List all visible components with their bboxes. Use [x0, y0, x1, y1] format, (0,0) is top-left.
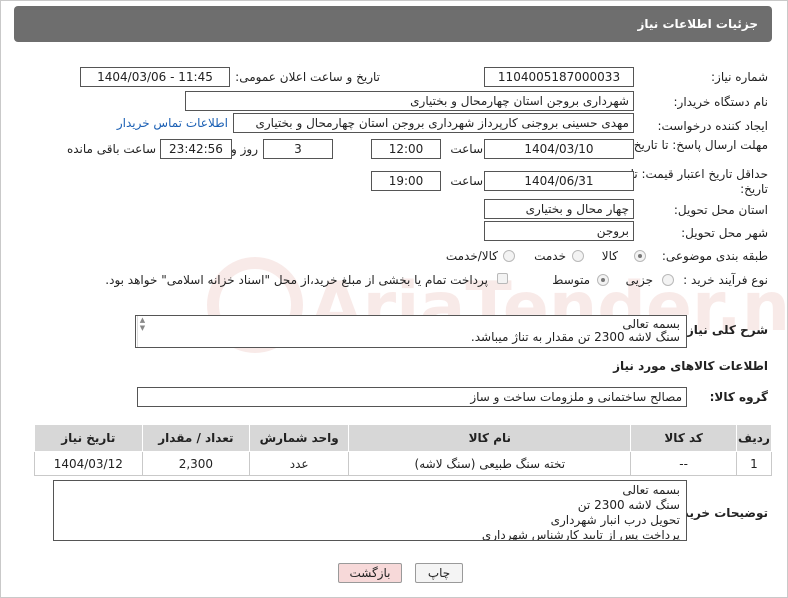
validity-time-label: ساعت	[450, 174, 483, 188]
print-button[interactable]: چاپ	[415, 563, 463, 583]
buyer-notes-line-4: پرداخت پس از تایید کارشناس شهرداری	[481, 528, 680, 541]
category-radio-goods-service[interactable]	[503, 250, 515, 262]
deadline-label: مهلت ارسال پاسخ: تا تاریخ:	[629, 138, 768, 152]
description-line-2: سنگ لاشه 2300 تن مقدار به تناژ میباشد.	[470, 330, 680, 344]
goods-table: ردیف کد کالا نام کالا واحد شمارش تعداد /…	[34, 424, 773, 476]
col-header-date: تاریخ نیاز	[34, 424, 143, 452]
contact-buyer-link[interactable]: اطلاعات تماس خریدار	[117, 116, 228, 130]
goods-group-label: گروه کالا:	[709, 390, 768, 404]
need-number-label: شماره نیاز:	[711, 70, 768, 84]
process-option-medium: متوسط	[552, 273, 590, 287]
description-label: شرح کلی نیاز:	[682, 323, 768, 337]
validity-date-field: 1404/06/31	[484, 171, 634, 191]
need-number-field: 1104005187000033	[484, 67, 634, 87]
creator-field: مهدی حسینی بروجنی کارپرداز شهرداری بروجن…	[233, 113, 634, 133]
category-label: طبقه بندی موضوعی:	[661, 249, 768, 263]
col-header-code: کد کالا	[630, 424, 737, 452]
delivery-province-field: چهار محال و بختیاری	[484, 199, 634, 219]
page-header: جزئیات اطلاعات نیاز	[14, 6, 772, 42]
buyer-org-field: شهرداری بروجن استان چهارمحال و بختیاری	[185, 91, 634, 111]
description-textarea[interactable]: بسمه تعالی سنگ لاشه 2300 تن مقدار به تنا…	[135, 315, 687, 348]
process-radio-medium[interactable]	[597, 274, 609, 286]
remaining-time-field: 23:42:56	[160, 139, 232, 159]
cell-date: 1404/03/12	[34, 451, 143, 476]
cell-row-number: 1	[735, 451, 773, 476]
process-option-minor: جزیی	[625, 273, 653, 287]
table-row: 1 -- تخته سنگ طبیعی (سنگ لاشه) عدد 2,300…	[34, 451, 773, 476]
process-radio-minor[interactable]	[662, 274, 674, 286]
buyer-notes-line-3: تحویل درب انبار شهرداری	[550, 513, 680, 527]
description-scrollbar[interactable]: ▲ ▼	[137, 316, 147, 347]
category-radio-service[interactable]	[572, 250, 584, 262]
goods-group-field: مصالح ساختمانی و ملزومات ساخت و ساز	[137, 387, 687, 407]
category-radio-goods[interactable]	[634, 250, 646, 262]
deadline-date-field: 1404/03/10	[484, 139, 634, 159]
treasury-payment-note: پرداخت تمام یا بخشی از مبلغ خرید،از محل …	[105, 273, 488, 287]
buyer-notes-line-1: بسمه تعالی	[622, 483, 680, 497]
col-header-row: ردیف	[735, 424, 773, 452]
cell-code: --	[630, 451, 737, 476]
page-title: جزئیات اطلاعات نیاز	[637, 17, 758, 31]
buyer-notes-textarea[interactable]: بسمه تعالی سنگ لاشه 2300 تن تحویل درب ان…	[53, 480, 687, 541]
announce-datetime-field: 1404/03/06 - 11:45	[80, 67, 230, 87]
buyer-org-label: نام دستگاه خریدار:	[673, 95, 769, 109]
buyer-notes-line-2: سنگ لاشه 2300 تن	[577, 498, 680, 512]
category-option-goods: کالا	[601, 249, 618, 263]
days-label: روز و	[231, 142, 258, 156]
cell-qty: 2,300	[141, 451, 251, 476]
delivery-city-field: بروجن	[484, 221, 634, 241]
back-button[interactable]: بازگشت	[338, 563, 402, 583]
col-header-name: نام کالا	[348, 424, 632, 452]
cell-name: تخته سنگ طبیعی (سنگ لاشه)	[348, 451, 632, 476]
process-label: نوع فرآیند خرید :	[683, 273, 768, 287]
deadline-days-field: 3	[263, 139, 333, 159]
treasury-payment-checkbox[interactable]	[497, 273, 508, 284]
col-header-qty: تعداد / مقدار	[141, 424, 251, 452]
goods-table-header: ردیف کد کالا نام کالا واحد شمارش تعداد /…	[34, 424, 773, 452]
announce-datetime-label: تاریخ و ساعت اعلان عمومی:	[235, 70, 380, 84]
deadline-time-label: ساعت	[450, 142, 483, 156]
deadline-time-field: 12:00	[371, 139, 441, 159]
validity-time-field: 19:00	[371, 171, 441, 191]
col-header-unit: واحد شمارش	[249, 424, 350, 452]
category-option-goods-service: کالا/خدمت	[445, 249, 498, 263]
category-option-service: خدمت	[534, 249, 566, 263]
cell-unit: عدد	[249, 451, 350, 476]
delivery-province-label: استان محل تحویل:	[673, 203, 768, 217]
goods-section-title: اطلاعات کالاهای مورد نیاز	[613, 359, 768, 373]
delivery-city-label: شهر محل تحویل:	[681, 226, 768, 240]
remaining-label: ساعت باقی مانده	[66, 142, 156, 156]
creator-label: ایجاد کننده درخواست:	[657, 119, 768, 133]
